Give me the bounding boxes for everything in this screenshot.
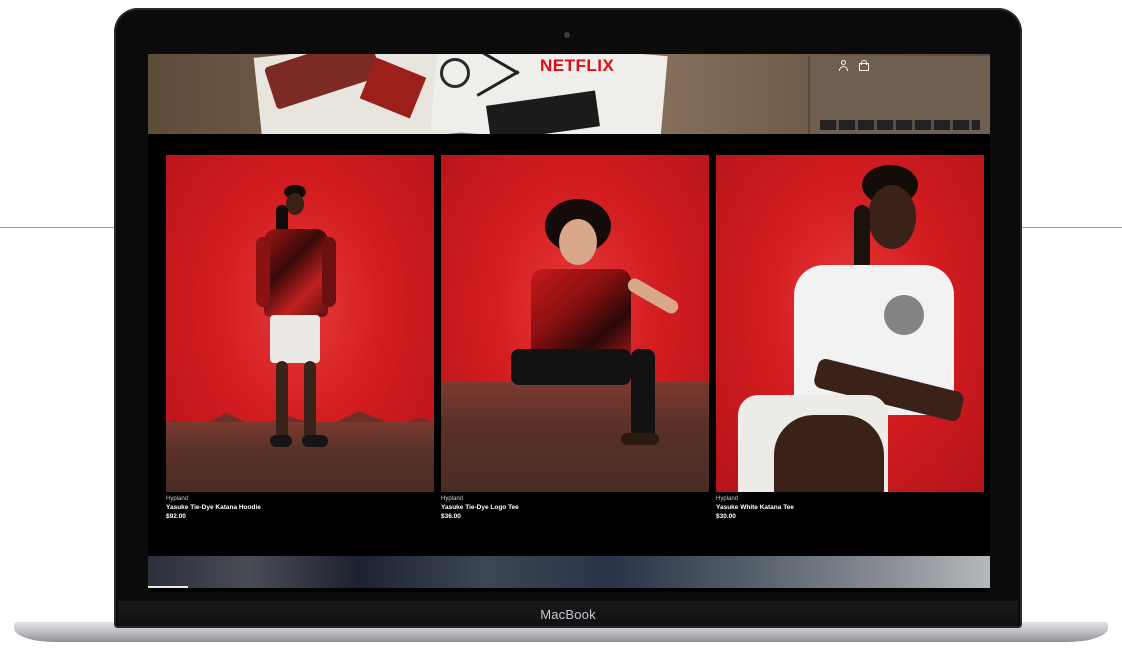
account-icon-body [839,66,848,71]
product-title-link[interactable]: Yasuke Tie-Dye Logo Tee [441,503,709,512]
webcam [564,32,570,38]
product-price: $92.00 [166,513,186,520]
product-image[interactable] [716,155,984,492]
account-icon-head [841,60,846,65]
background-rule-left [0,227,118,228]
model-figure [501,199,691,459]
model-head [286,193,304,215]
product-price: $36.00 [441,513,461,520]
product-card[interactable]: Hypland Yasuke White Katana Tee $30.00 [716,155,984,520]
product-info: Hypland Yasuke Tie-Dye Katana Hoodie $92… [166,495,434,521]
next-section-image[interactable] [148,556,990,588]
model-boot-right [302,435,328,447]
hero-seal-emblem [440,58,470,88]
product-grid: Hypland Yasuke Tie-Dye Katana Hoodie $92… [166,155,984,535]
product-card[interactable]: Hypland Yasuke Tie-Dye Logo Tee $36.00 [441,155,709,520]
progress-indicator [148,586,188,588]
product-vendor: Hypland [166,496,189,502]
model-figure [734,165,974,492]
product-image[interactable] [166,155,434,492]
product-info: Hypland Yasuke Tie-Dye Logo Tee $36.00 [441,495,709,521]
model-shorts [270,315,320,363]
model-hoodie [264,229,328,317]
product-title-link[interactable]: Yasuke Tie-Dye Katana Hoodie [166,503,434,512]
model-head [559,219,597,265]
product-vendor: Hypland [441,496,464,502]
model-pants [511,349,631,385]
hero-keyboard-prop [820,120,980,130]
product-price: $30.00 [716,513,736,520]
device-label: MacBook [540,607,596,622]
product-info: Hypland Yasuke White Katana Tee $30.00 [716,495,984,521]
product-vendor: Hypland [716,496,739,502]
model-arm-left [256,237,270,307]
background-rule-right [1022,227,1122,228]
model-leg-left [276,361,288,439]
model-head [868,185,916,249]
model-leg-right [304,361,316,439]
hero-banner[interactable]: NETFLIX [148,54,990,134]
model-leg [631,349,655,439]
laptop-lid: NETFLIX Hypland Yasuke Tie-Dye Katana Ho… [114,8,1022,628]
model-arm-right [322,237,336,307]
model-shoe [621,433,659,445]
product-image[interactable] [441,155,709,492]
product-title-link[interactable]: Yasuke White Katana Tee [716,503,984,512]
model-leg [774,415,884,492]
browser-screen: NETFLIX Hypland Yasuke Tie-Dye Katana Ho… [148,54,990,592]
product-card[interactable]: Hypland Yasuke Tie-Dye Katana Hoodie $92… [166,155,434,520]
model-figure [252,185,342,455]
tee-print-graphic [884,295,924,335]
model-arm-right [625,275,681,317]
cart-icon[interactable] [858,60,870,72]
model-boot-left [270,435,292,447]
laptop-chin: MacBook [118,601,1018,626]
cart-icon-bag [859,63,869,71]
account-icon[interactable] [838,60,850,72]
brand-logo[interactable]: NETFLIX [540,56,614,76]
